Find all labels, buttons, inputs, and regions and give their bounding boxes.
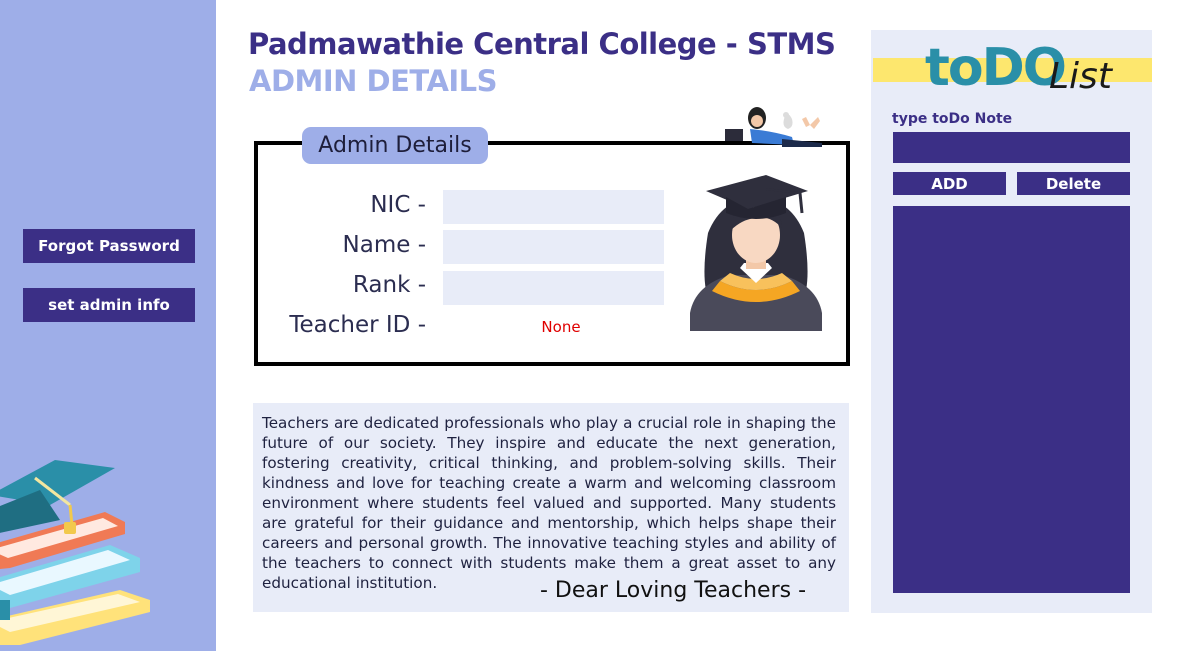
books-graduation-cap-icon xyxy=(0,460,150,645)
nic-label: NIC - xyxy=(370,192,426,218)
forgot-password-button[interactable]: Forgot Password xyxy=(23,229,195,263)
reading-girl-icon xyxy=(725,107,822,147)
page-subtitle: ADMIN DETAILS xyxy=(249,64,498,98)
quote-signature: - Dear Loving Teachers - xyxy=(540,578,807,603)
nic-field[interactable] xyxy=(443,190,664,224)
graduate-avatar-icon xyxy=(690,175,822,331)
todo-delete-button[interactable]: Delete xyxy=(1017,172,1130,195)
rank-field[interactable] xyxy=(443,271,664,305)
todo-title-list: List xyxy=(1049,56,1112,97)
teacher-id-value: None xyxy=(541,318,581,336)
todo-title: toDO xyxy=(925,38,1067,98)
name-label: Name - xyxy=(342,232,426,258)
todo-add-button[interactable]: ADD xyxy=(893,172,1006,195)
admin-details-legend: Admin Details xyxy=(302,127,488,164)
todo-list-box[interactable] xyxy=(893,206,1130,593)
rank-label: Rank - xyxy=(352,272,426,298)
sidebar: Forgot Password set admin info xyxy=(0,0,216,651)
page-title: Padmawathie Central College - STMS xyxy=(248,27,836,61)
quote-text: Teachers are dedicated professionals who… xyxy=(262,414,836,592)
todo-note-input[interactable] xyxy=(893,132,1130,163)
todo-note-label: type toDo Note xyxy=(892,111,1013,127)
name-field[interactable] xyxy=(443,230,664,264)
set-admin-info-button[interactable]: set admin info xyxy=(23,288,195,322)
teacher-id-label: Teacher ID - xyxy=(289,312,426,338)
